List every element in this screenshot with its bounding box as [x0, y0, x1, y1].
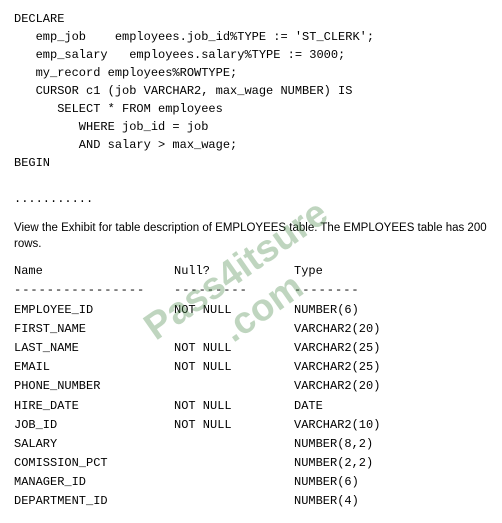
table-row: SALARY NUMBER(8,2) [14, 435, 488, 454]
table-row: PHONE_NUMBER VARCHAR2(20) [14, 377, 488, 396]
code-line-8: AND salary > max_wage; [14, 136, 488, 154]
cell-name: LAST_NAME [14, 339, 174, 358]
cell-name: HIRE_DATE [14, 397, 174, 416]
code-line-5: CURSOR c1 (job VARCHAR2, max_wage NUMBER… [14, 82, 488, 100]
code-line-3: emp_salary employees.salary%TYPE := 3000… [14, 46, 488, 64]
main-container: DECLARE emp_job employees.job_id%TYPE :=… [0, 0, 502, 522]
cell-null: NOT NULL [174, 339, 294, 358]
table-row: FIRST_NAME VARCHAR2(20) [14, 320, 488, 339]
cell-type: DATE [294, 397, 323, 416]
cell-name: PHONE_NUMBER [14, 377, 174, 396]
table-separator-row: ---------------- --------- -------- [14, 281, 488, 300]
table-row: DEPARTMENT_ID NUMBER(4) [14, 492, 488, 511]
cell-null [174, 320, 294, 339]
code-line-10 [14, 172, 488, 190]
table-row: COMISSION_PCT NUMBER(2,2) [14, 454, 488, 473]
cell-null [174, 377, 294, 396]
cell-type: VARCHAR2(25) [294, 339, 380, 358]
cell-type: VARCHAR2(10) [294, 416, 380, 435]
table-row: MANAGER_ID NUMBER(6) [14, 473, 488, 492]
cell-type: NUMBER(2,2) [294, 454, 373, 473]
code-line-9: BEGIN [14, 154, 488, 172]
cell-name: FIRST_NAME [14, 320, 174, 339]
cell-type: NUMBER(6) [294, 473, 359, 492]
col-sep-name: ---------------- [14, 281, 174, 300]
table-row: JOB_ID NOT NULL VARCHAR2(10) [14, 416, 488, 435]
cell-null [174, 492, 294, 511]
description-text: View the Exhibit for table description o… [14, 220, 488, 252]
cell-type: NUMBER(8,2) [294, 435, 373, 454]
table-header-row: Name Null? Type [14, 262, 488, 281]
cell-name: EMAIL [14, 358, 174, 377]
col-sep-type: -------- [294, 281, 360, 300]
table-row: LAST_NAME NOT NULL VARCHAR2(25) [14, 339, 488, 358]
cell-null [174, 435, 294, 454]
cell-name: DEPARTMENT_ID [14, 492, 174, 511]
cell-name: EMPLOYEE_ID [14, 301, 174, 320]
code-line-4: my_record employees%ROWTYPE; [14, 64, 488, 82]
col-sep-null: --------- [174, 281, 294, 300]
cell-null: NOT NULL [174, 358, 294, 377]
employees-table: Name Null? Type ---------------- -------… [14, 262, 488, 511]
cell-type: VARCHAR2(20) [294, 377, 380, 396]
table-row: HIRE_DATE NOT NULL DATE [14, 397, 488, 416]
cell-null [174, 473, 294, 492]
col-header-name: Name [14, 262, 174, 281]
cell-null: NOT NULL [174, 301, 294, 320]
table-row: EMPLOYEE_ID NOT NULL NUMBER(6) [14, 301, 488, 320]
col-header-type: Type [294, 262, 323, 281]
cell-type: NUMBER(4) [294, 492, 359, 511]
cell-name: JOB_ID [14, 416, 174, 435]
cell-null: NOT NULL [174, 416, 294, 435]
code-line-7: WHERE job_id = job [14, 118, 488, 136]
cell-type: VARCHAR2(25) [294, 358, 380, 377]
cell-null: NOT NULL [174, 397, 294, 416]
cell-name: MANAGER_ID [14, 473, 174, 492]
cell-name: COMISSION_PCT [14, 454, 174, 473]
code-line-6: SELECT * FROM employees [14, 100, 488, 118]
code-line-11: ........... [14, 190, 488, 208]
code-line-2: emp_job employees.job_id%TYPE := 'ST_CLE… [14, 28, 488, 46]
cell-name: SALARY [14, 435, 174, 454]
cell-null [174, 454, 294, 473]
code-line-1: DECLARE [14, 10, 488, 28]
code-block: DECLARE emp_job employees.job_id%TYPE :=… [14, 10, 488, 208]
cell-type: NUMBER(6) [294, 301, 359, 320]
cell-type: VARCHAR2(20) [294, 320, 380, 339]
table-row: EMAIL NOT NULL VARCHAR2(25) [14, 358, 488, 377]
col-header-null: Null? [174, 262, 294, 281]
